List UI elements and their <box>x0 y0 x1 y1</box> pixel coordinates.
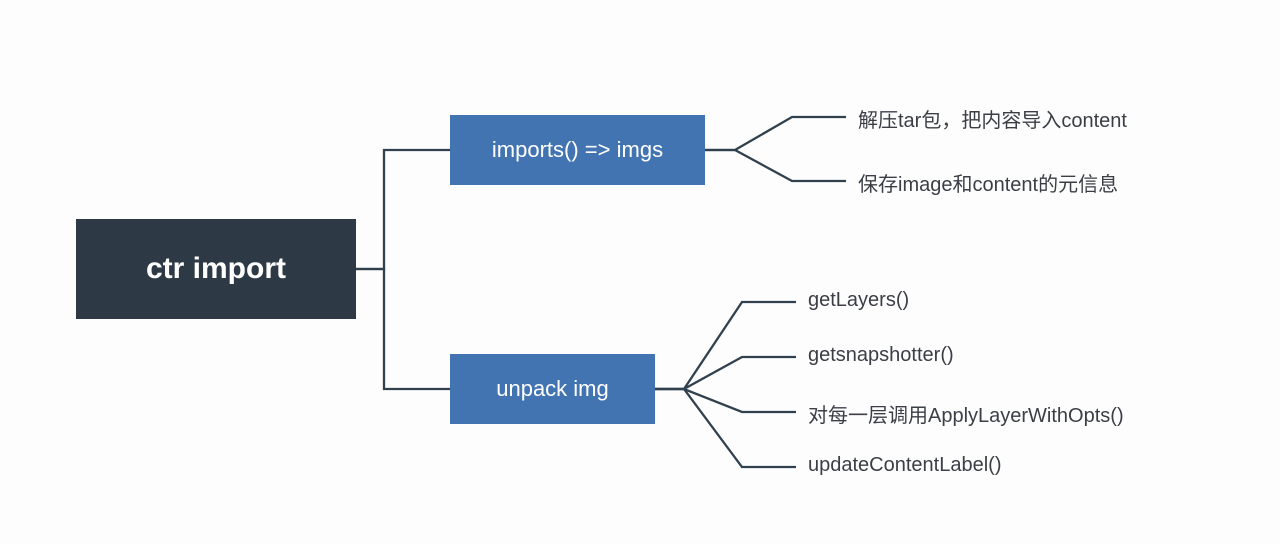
child-label-unpack: unpack img <box>496 376 609 402</box>
child-node-imports: imports() => imgs <box>450 115 705 185</box>
leaf-text: getLayers() <box>808 289 909 312</box>
leaf-text: 保存image和content的元信息 <box>858 168 1118 197</box>
root-label: ctr import <box>146 252 286 286</box>
leaf-text: updateContentLabel() <box>808 454 1001 477</box>
child-node-unpack: unpack img <box>450 354 655 424</box>
child-label-imports: imports() => imgs <box>492 137 663 163</box>
leaf-text: 解压tar包，把内容导入content <box>858 104 1127 133</box>
root-node: ctr import <box>76 219 356 319</box>
leaf-text: 对每一层调用ApplyLayerWithOpts() <box>808 399 1124 428</box>
leaf-text: getsnapshotter() <box>808 344 954 367</box>
